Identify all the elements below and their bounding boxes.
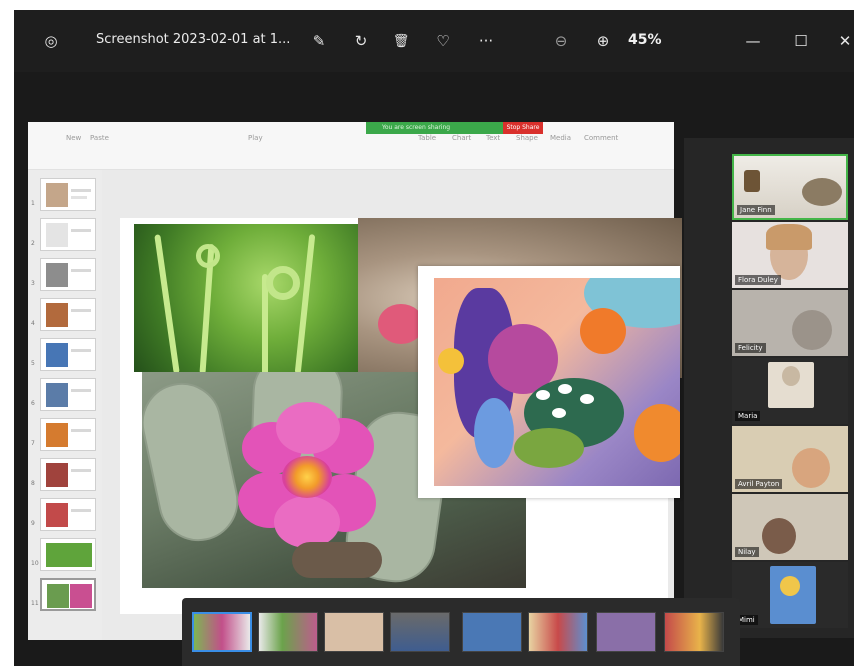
minimize-icon[interactable]: —	[742, 30, 764, 52]
ribbon-paste[interactable]: Paste	[90, 134, 109, 142]
edit-image-icon[interactable]: ✎	[308, 30, 330, 52]
title-bar: ◎ Screenshot 2023-02-01 at 1... ✎ ↻ 🗑 ♡ …	[14, 10, 854, 72]
ribbon-chart[interactable]: Chart	[452, 134, 471, 142]
ribbon-play[interactable]: Play	[248, 134, 263, 142]
slide-thumbnail[interactable]	[40, 538, 96, 571]
filmstrip-thumbnail[interactable]	[390, 612, 450, 652]
ribbon-shape[interactable]: Shape	[516, 134, 538, 142]
stop-share-button[interactable]: Stop Share	[503, 122, 543, 134]
ribbon-text[interactable]: Text	[486, 134, 500, 142]
slide-thumbnail[interactable]	[40, 378, 96, 411]
filmstrip-thumbnail[interactable]	[528, 612, 588, 652]
participant-tile[interactable]: Mimi	[732, 562, 848, 628]
close-icon[interactable]: ✕	[836, 30, 854, 52]
filmstrip-thumbnail[interactable]	[324, 612, 384, 652]
filmstrip-thumbnail[interactable]	[258, 612, 318, 652]
delete-icon[interactable]: 🗑	[390, 30, 412, 52]
photos-app-window: ◎ Screenshot 2023-02-01 at 1... ✎ ↻ 🗑 ♡ …	[14, 10, 854, 666]
participant-name: Avril Payton	[735, 479, 783, 489]
participant-name: Jane Finn	[737, 205, 775, 215]
zoom-in-icon[interactable]: ⊕	[592, 30, 614, 52]
sharing-indicator: You are screen sharing	[366, 122, 503, 134]
app-icon: ◎	[44, 32, 58, 50]
participant-name: Nilay	[735, 547, 759, 557]
slide-editor	[102, 170, 682, 640]
slide-thumbnail[interactable]	[40, 258, 96, 291]
slide-thumbnail[interactable]	[40, 218, 96, 251]
participant-tile[interactable]: Jane Finn	[732, 154, 848, 220]
zoom-out-icon[interactable]: ⊖	[550, 30, 572, 52]
slide-thumbnail-selected[interactable]	[40, 578, 96, 611]
abstract-painting-photo[interactable]	[418, 266, 680, 498]
slide-thumbnail[interactable]	[40, 418, 96, 451]
video-gallery: Jane Finn Flora Duley Felicity Maria Avr…	[684, 138, 854, 638]
photo-filmstrip	[182, 598, 740, 666]
current-slide	[120, 218, 682, 614]
ribbon-comment[interactable]: Comment	[584, 134, 618, 142]
participant-tile[interactable]: Flora Duley	[732, 222, 848, 288]
ribbon-media[interactable]: Media	[550, 134, 571, 142]
slide-number: 6	[31, 400, 35, 407]
slide-thumbnail[interactable]	[40, 298, 96, 331]
slide-thumbnail[interactable]	[40, 458, 96, 491]
window-title: Screenshot 2023-02-01 at 1...	[96, 32, 291, 47]
filmstrip-thumbnail[interactable]	[462, 612, 522, 652]
filmstrip-thumbnail[interactable]	[192, 612, 252, 652]
slide-number: 5	[31, 360, 35, 367]
participant-tile[interactable]: Felicity	[732, 290, 848, 356]
presentation-window: You are screen sharing Stop Share New Pa…	[28, 122, 682, 640]
slide-number: 8	[31, 480, 35, 487]
slide-number: 9	[31, 520, 35, 527]
ribbon-new[interactable]: New	[66, 134, 81, 142]
slide-number: 3	[31, 280, 35, 287]
slide-thumbnail[interactable]	[40, 498, 96, 531]
filmstrip-thumbnail[interactable]	[596, 612, 656, 652]
slide-number: 7	[31, 440, 35, 447]
slide-number: 4	[31, 320, 35, 327]
slide-navigator: 1 2 3 4 5 6 7 8 9 10 11	[28, 170, 102, 640]
painting-canvas	[434, 278, 680, 486]
slide-number: 1	[31, 200, 35, 207]
fern-photo[interactable]	[134, 224, 358, 372]
slide-thumbnail[interactable]	[40, 338, 96, 371]
flower-center	[282, 456, 332, 498]
presentation-ribbon: You are screen sharing Stop Share New Pa…	[28, 122, 674, 170]
filmstrip-thumbnail[interactable]	[664, 612, 724, 652]
slide-number: 10	[31, 560, 39, 567]
more-icon[interactable]: ···	[474, 30, 498, 52]
participant-name: Maria	[735, 411, 761, 421]
favorite-icon[interactable]: ♡	[432, 30, 454, 52]
participant-tile[interactable]: Maria	[732, 358, 848, 424]
slide-number: 2	[31, 240, 35, 247]
ribbon-table[interactable]: Table	[418, 134, 436, 142]
zoom-level: 45%	[628, 32, 662, 48]
participant-tile[interactable]: Avril Payton	[732, 426, 848, 492]
slide-number: 11	[31, 600, 39, 607]
rotate-icon[interactable]: ↻	[350, 30, 372, 52]
participant-tile[interactable]: Nilay	[732, 494, 848, 560]
slide-thumbnail[interactable]	[40, 178, 96, 211]
maximize-icon[interactable]: ☐	[790, 30, 812, 52]
participant-name: Flora Duley	[735, 275, 781, 285]
screen-share-bar: You are screen sharing Stop Share	[366, 122, 566, 134]
participant-name: Felicity	[735, 343, 766, 353]
